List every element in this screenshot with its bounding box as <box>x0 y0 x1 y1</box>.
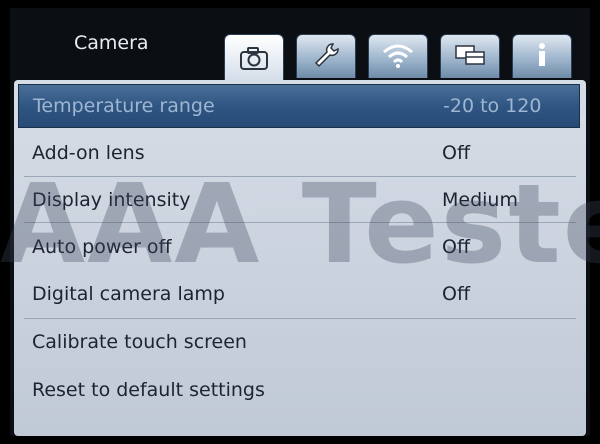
setting-row-display-intensity[interactable]: Display intensity Medium <box>18 178 580 222</box>
setting-label: Reset to default settings <box>32 379 265 401</box>
settings-panel: Temperature range -20 to 120 Add-on lens… <box>14 80 586 436</box>
page-title: Camera <box>74 32 149 54</box>
setting-row-auto-power-off[interactable]: Auto power off Off <box>18 225 580 269</box>
setting-label: Auto power off <box>32 236 172 258</box>
wifi-icon <box>380 40 416 74</box>
divider <box>24 176 576 177</box>
camera-icon <box>236 43 272 77</box>
divider <box>24 222 576 223</box>
divider <box>24 318 576 319</box>
tab-settings[interactable] <box>296 34 356 78</box>
setting-label: Digital camera lamp <box>32 283 225 305</box>
setting-value: Off <box>442 236 471 258</box>
devices-icon <box>452 40 488 74</box>
setting-value: Medium <box>442 189 518 211</box>
wrench-icon <box>308 40 344 74</box>
setting-row-temperature-range[interactable]: Temperature range -20 to 120 <box>18 84 580 128</box>
tab-info[interactable] <box>512 34 572 78</box>
tab-wireless[interactable] <box>368 34 428 78</box>
setting-label: Temperature range <box>33 95 215 117</box>
device-screen: Camera Temperature range -20 to 120 Add-… <box>10 8 590 436</box>
setting-row-digital-camera-lamp[interactable]: Digital camera lamp Off <box>18 272 580 316</box>
setting-row-reset-defaults[interactable]: Reset to default settings <box>18 368 580 412</box>
tab-devices[interactable] <box>440 34 500 78</box>
setting-row-add-on-lens[interactable]: Add-on lens Off <box>18 131 580 175</box>
setting-label: Add-on lens <box>32 142 145 164</box>
setting-value: Off <box>442 142 471 164</box>
setting-value: -20 to 120 <box>443 95 542 117</box>
setting-value: Off <box>442 283 471 305</box>
setting-label: Calibrate touch screen <box>32 331 247 353</box>
tab-bar <box>224 34 584 84</box>
setting-row-calibrate-touch-screen[interactable]: Calibrate touch screen <box>18 320 580 364</box>
setting-label: Display intensity <box>32 189 191 211</box>
tab-camera[interactable] <box>224 34 284 84</box>
info-icon <box>524 40 560 74</box>
